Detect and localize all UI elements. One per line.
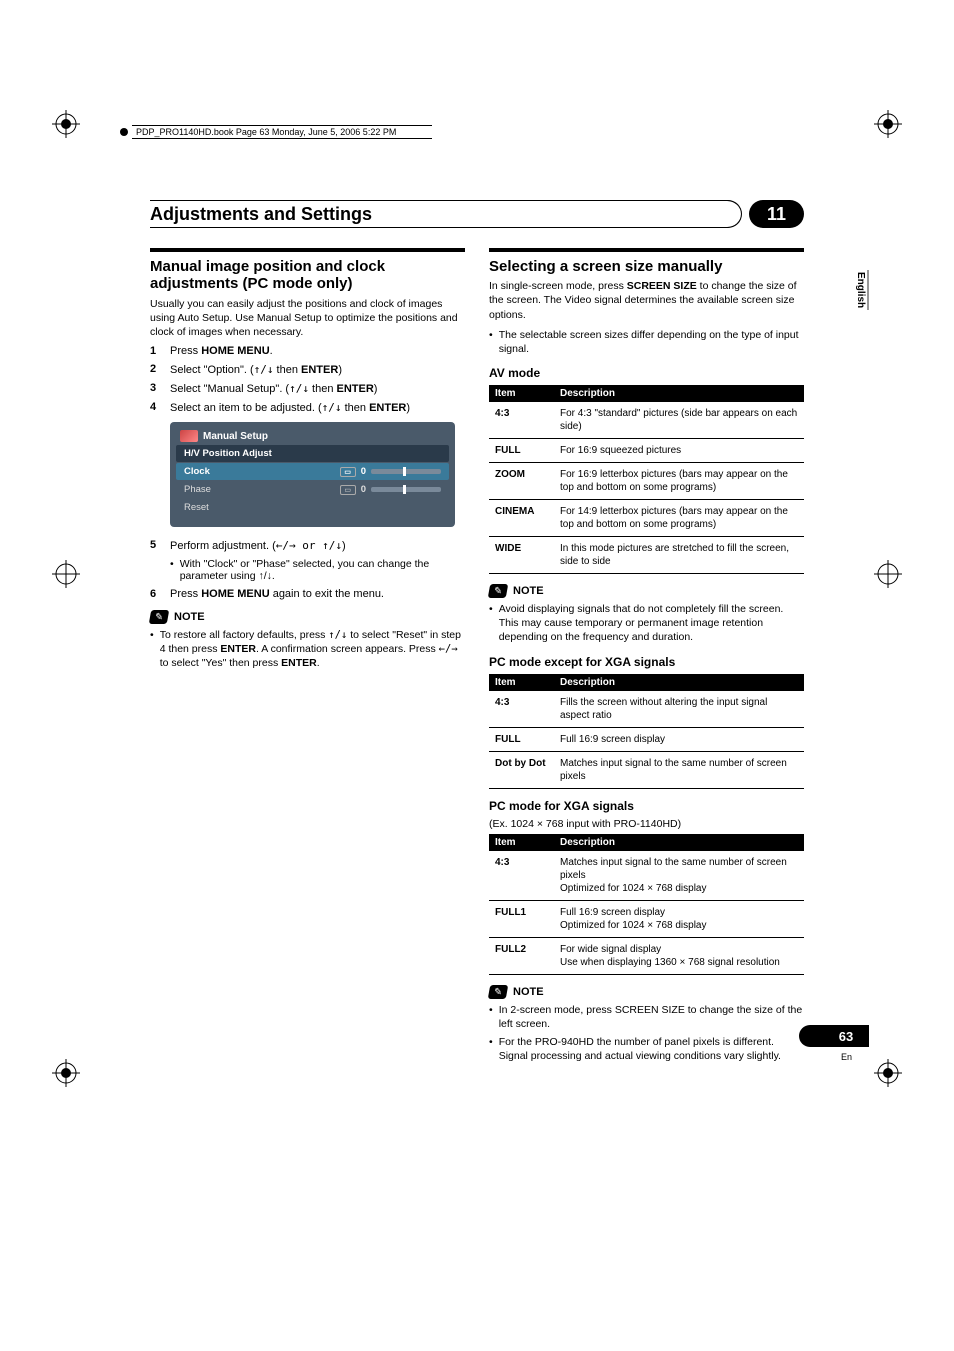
intro-text: Usually you can easily adjust the positi… [150,297,465,340]
crop-mark-icon [874,560,902,588]
note-header: ✎ NOTE [150,610,465,624]
menu-row-clock: Clock ▭0 [176,463,449,480]
menu-title: Manual Setup [203,431,268,442]
note-text: For the PRO-940HD the number of panel pi… [489,1035,804,1063]
note-text: Avoid displaying signals that do not com… [489,602,804,645]
step-4: 4 Select an item to be adjusted. (↑/↓ th… [150,401,465,414]
updown-arrow-icon: ↑/↓ [254,363,274,376]
crop-mark-icon [874,110,902,138]
phase-slider-icon: ▭ [340,485,356,495]
menu-icon [180,430,198,442]
step-3: 3 Select "Manual Setup". (↑/↓ then ENTER… [150,382,465,395]
menu-row-reset: Reset [176,499,449,516]
step-5: 5 Perform adjustment. (←/→ or ↑/↓) [150,539,465,552]
table-row: Dot by DotMatches input signal to the sa… [489,751,804,788]
left-column: Manual image position and clock adjustme… [150,248,465,1067]
step-1: 1 Press HOME MENU. [150,345,465,357]
xga-table: ItemDescription 4:3Matches input signal … [489,834,804,975]
menu-row-phase: Phase ▭0 [176,481,449,498]
updown-arrow-icon: ↑/↓ [289,382,309,395]
av-mode-table: ItemDescription 4:3For 4:3 "standard" pi… [489,385,804,574]
header-bookmark-text: PDP_PRO1140HD.book Page 63 Monday, June … [132,125,432,139]
right-column: Selecting a screen size manually In sing… [489,248,804,1067]
arrows-icon: ←/→ or ↑/↓ [276,539,342,552]
crop-mark-icon [52,1059,80,1087]
step-2: 2 Select "Option". (↑/↓ then ENTER) [150,363,465,376]
intro-text: In single-screen mode, press SCREEN SIZE… [489,279,804,322]
chapter-title: Adjustments and Settings [150,204,372,225]
step-6: 6 Press HOME MENU again to exit the menu… [150,588,465,600]
table-row: ZOOMFor 16:9 letterbox pictures (bars ma… [489,463,804,500]
dot-icon [120,128,128,136]
updown-arrow-icon: ↑/↓ [328,629,347,641]
table-row: FULLFull 16:9 screen display [489,727,804,751]
section-heading-manual: Manual image position and clock adjustme… [150,258,465,293]
note-header: ✎ NOTE [489,985,804,999]
section-heading-screensize: Selecting a screen size manually [489,258,804,275]
page-lang: En [841,1052,852,1062]
table-row: FULL2For wide signal display Use when di… [489,937,804,974]
table-row: 4:3Fills the screen without altering the… [489,691,804,728]
chapter-number: 11 [749,200,804,228]
slider-track [371,469,441,474]
av-mode-heading: AV mode [489,366,804,380]
manual-setup-menu: Manual Setup H/V Position Adjust Clock ▭… [170,422,455,527]
pc-mode-heading: PC mode except for XGA signals [489,655,804,669]
leftright-arrow-icon: ←/→ [439,643,458,655]
xga-heading: PC mode for XGA signals [489,799,804,813]
crop-mark-icon [874,1059,902,1087]
language-tab: English [854,270,869,310]
table-row: CINEMAFor 14:9 letterbox pictures (bars … [489,500,804,537]
note-text: To restore all factory defaults, press ↑… [150,628,465,671]
table-row: FULL1Full 16:9 screen display Optimized … [489,900,804,937]
page-number: 63 [828,1025,864,1047]
updown-arrow-icon: ↑/↓ [322,401,342,414]
chapter-header: Adjustments and Settings 11 [150,200,804,228]
step-5-sub: With "Clock" or "Phase" selected, you ca… [170,558,465,582]
menu-row-hv: H/V Position Adjust [176,445,449,462]
note-icon: ✎ [149,610,169,624]
note-icon: ✎ [488,584,508,598]
xga-subtext: (Ex. 1024 × 768 input with PRO-1140HD) [489,818,804,830]
crop-mark-icon [52,110,80,138]
note-icon: ✎ [488,985,508,999]
note-text: In 2-screen mode, press SCREEN SIZE to c… [489,1003,804,1031]
note-header: ✎ NOTE [489,584,804,598]
table-row: 4:3Matches input signal to the same numb… [489,851,804,901]
table-row: 4:3For 4:3 "standard" pictures (side bar… [489,402,804,439]
pc-mode-table: ItemDescription 4:3Fills the screen with… [489,674,804,789]
table-row: WIDEIn this mode pictures are stretched … [489,537,804,574]
table-row: FULLFor 16:9 squeezed pictures [489,439,804,463]
clock-slider-icon: ▭ [340,467,356,477]
crop-mark-icon [52,560,80,588]
bullet-text: The selectable screen sizes differ depen… [489,328,804,356]
slider-track [371,487,441,492]
book-header: PDP_PRO1140HD.book Page 63 Monday, June … [120,125,432,139]
